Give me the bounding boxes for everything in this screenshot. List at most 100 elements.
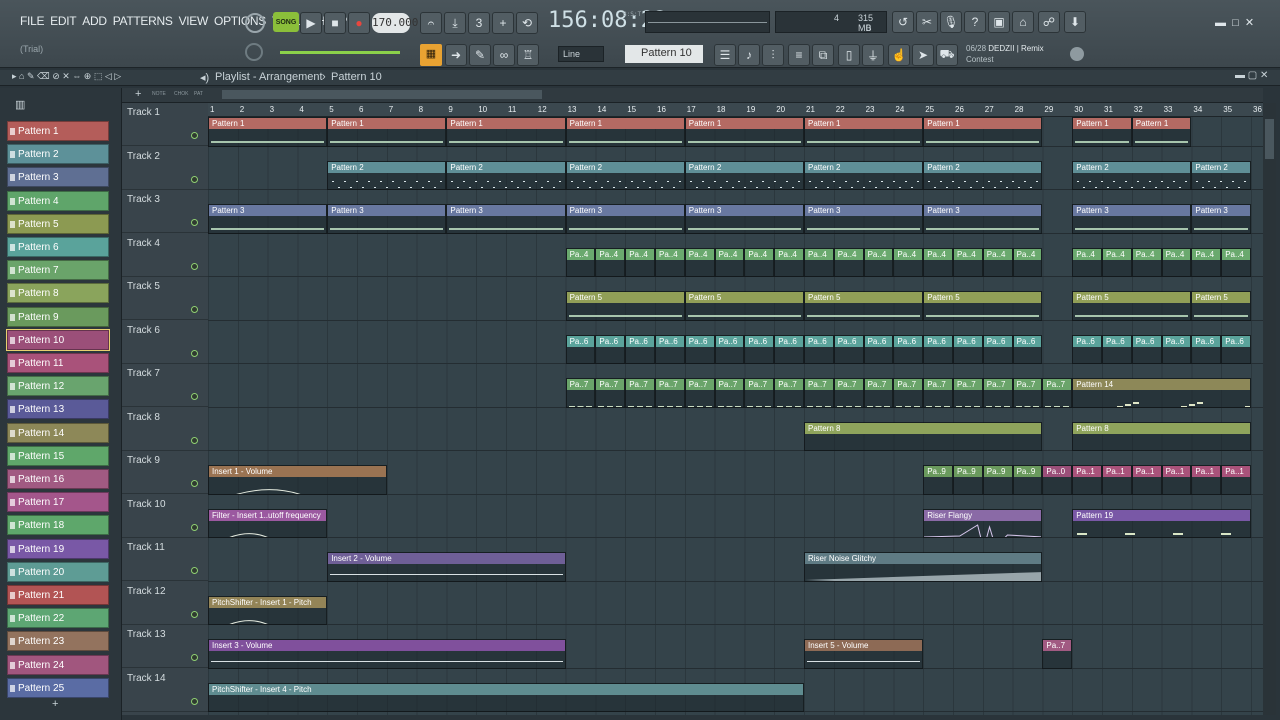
- plug-icon[interactable]: ⏚: [862, 44, 884, 66]
- playlist-clip[interactable]: Insert 5 - Volume: [804, 639, 924, 669]
- playlist-clip[interactable]: Pa..7: [595, 378, 626, 408]
- track-header[interactable]: Track 3: [122, 190, 208, 233]
- track-mute-led[interactable]: [191, 393, 198, 400]
- track-mute-led[interactable]: [191, 480, 198, 487]
- countdown-icon[interactable]: 3: [468, 12, 490, 34]
- playlist-clip[interactable]: Pa..7: [744, 378, 775, 408]
- track-header[interactable]: Track 9: [122, 451, 208, 494]
- tempo-display[interactable]: 170.000: [372, 13, 418, 33]
- playlist-clip[interactable]: Pattern 3: [208, 204, 328, 234]
- playlist-clip[interactable]: Pa..4: [565, 247, 596, 277]
- playlist-clip[interactable]: Insert 1 - Volume: [208, 465, 387, 495]
- pattern-item[interactable]: Pattern 6: [7, 237, 109, 257]
- playlist-clip[interactable]: Pa..6: [893, 334, 924, 364]
- track-mute-led[interactable]: [191, 132, 198, 139]
- pattern-item[interactable]: Pattern 1: [7, 121, 109, 141]
- playlist-clip[interactable]: Pa..4: [833, 247, 864, 277]
- playlist-clip[interactable]: Pa..0: [1042, 465, 1073, 495]
- playlist-clip[interactable]: Pattern 1: [1072, 117, 1132, 147]
- pattern-item[interactable]: Pattern 24: [7, 654, 109, 675]
- playlist-clip[interactable]: Pa..4: [804, 247, 834, 277]
- track-mute-led[interactable]: [191, 219, 198, 226]
- record-button[interactable]: ●: [348, 12, 370, 34]
- playlist-clip[interactable]: Pa..4: [1221, 247, 1251, 277]
- master-pitch-slider[interactable]: [280, 51, 400, 54]
- playlist-clip[interactable]: Pa..6: [804, 334, 834, 364]
- playlist-clip[interactable]: Pa..4: [923, 247, 953, 277]
- track-header[interactable]: Track 4: [122, 234, 208, 277]
- playlist-clip[interactable]: Pa..6: [655, 334, 685, 364]
- help-icon[interactable]: ?: [964, 11, 986, 33]
- playlist-clip[interactable]: Pattern 14: [1072, 378, 1251, 408]
- equalizer-icon[interactable]: ≡: [788, 44, 810, 66]
- menu-view[interactable]: VIEW: [179, 14, 209, 28]
- playlist-clip[interactable]: Pa..1: [1221, 465, 1251, 495]
- playlist-clip[interactable]: Pa..7: [774, 378, 804, 408]
- track-mute-led[interactable]: [191, 262, 198, 270]
- pattern-item[interactable]: Pattern 4: [7, 190, 109, 211]
- playlist-clip[interactable]: Pa..4: [1191, 247, 1222, 277]
- playlist-clip[interactable]: Pa..7: [833, 378, 864, 408]
- playlist-clip[interactable]: Pa..6: [1102, 334, 1132, 364]
- arrow-right-icon[interactable]: ➜: [445, 44, 467, 66]
- track-mute-led[interactable]: [191, 697, 198, 705]
- playlist-clip[interactable]: Pattern 2: [1191, 160, 1251, 190]
- play-button[interactable]: ▶: [300, 12, 322, 34]
- playlist-clip[interactable]: Pattern 1: [327, 117, 447, 147]
- playlist-clip[interactable]: Pa..7: [923, 378, 953, 408]
- playlist-clip[interactable]: Pa..6: [595, 334, 626, 364]
- playlist-clip[interactable]: Pattern 19: [1072, 508, 1251, 538]
- menu-edit[interactable]: EDIT: [50, 14, 76, 28]
- loop-record-icon[interactable]: ⟲: [516, 12, 538, 34]
- playlist-clip[interactable]: Pa..7: [953, 378, 983, 408]
- playlist-clip[interactable]: Riser Noise Glitchy: [804, 552, 1043, 582]
- playlist-window-controls[interactable]: ▬ ▢ ✕: [1235, 70, 1268, 81]
- pattern-item[interactable]: Pattern 9: [7, 306, 109, 327]
- playlist-clip[interactable]: Pa..4: [893, 247, 924, 277]
- pattern-item[interactable]: Pattern 23: [7, 631, 109, 652]
- menu-patterns[interactable]: PATTERNS: [113, 14, 173, 28]
- link-icon[interactable]: ∞: [493, 44, 515, 66]
- playlist-clip[interactable]: Pa..4: [1012, 247, 1043, 277]
- song-mode-button[interactable]: SONG: [273, 12, 299, 32]
- scroll-thumb[interactable]: [1265, 119, 1274, 159]
- playlist-clip[interactable]: Pa..7: [565, 378, 596, 408]
- playlist-clip[interactable]: Pa..4: [595, 247, 626, 277]
- playlist-clip[interactable]: Pattern 1: [446, 117, 566, 147]
- playlist-clip[interactable]: Filter - Insert 1..utoff frequency: [208, 508, 328, 538]
- playlist-clip[interactable]: Pattern 5: [1191, 291, 1251, 321]
- playlist-clip[interactable]: Pa..4: [655, 247, 685, 277]
- close-icon[interactable]: ✕: [1245, 17, 1254, 29]
- track-header[interactable]: Track 13: [122, 625, 208, 668]
- pattern-item[interactable]: Pattern 10: [6, 328, 110, 351]
- track-header[interactable]: Track 5: [122, 277, 208, 320]
- playlist-clip[interactable]: Pa..6: [684, 334, 715, 364]
- playlist-clip[interactable]: Pattern 2: [684, 160, 804, 190]
- playlist-clip[interactable]: Insert 2 - Volume: [327, 552, 566, 582]
- playlist-clip[interactable]: Pa..1: [1102, 465, 1132, 495]
- metronome-icon[interactable]: 𝄐: [420, 12, 442, 34]
- playlist-clip[interactable]: Pa..7: [684, 378, 715, 408]
- playlist-clip[interactable]: Pa..6: [774, 334, 804, 364]
- playlist-clip[interactable]: Pattern 3: [684, 204, 804, 234]
- playlist-clip[interactable]: Pa..6: [982, 334, 1013, 364]
- tempo-tap-icon[interactable]: [245, 13, 265, 33]
- track-mute-led[interactable]: [191, 306, 198, 313]
- brush-icon[interactable]: ✎: [469, 44, 491, 66]
- track-header[interactable]: Track 10: [122, 495, 208, 538]
- add-pattern-icon[interactable]: +: [52, 698, 58, 710]
- playlist-clip[interactable]: Pa..4: [774, 247, 804, 277]
- pattern-item[interactable]: Pattern 14: [7, 422, 109, 443]
- stop-button[interactable]: ■: [324, 12, 346, 34]
- step-edit-icon[interactable]: +: [492, 12, 514, 34]
- track-header[interactable]: Track 7: [122, 364, 208, 407]
- track-header[interactable]: Track 14: [122, 669, 208, 712]
- playlist-clip[interactable]: PitchShifter - Insert 1 - Pitch: [208, 595, 328, 625]
- playlist-clip[interactable]: Pa..4: [744, 247, 775, 277]
- track-mute-led[interactable]: [191, 567, 198, 574]
- playlist-clip[interactable]: Pattern 5: [684, 291, 804, 321]
- pattern-item[interactable]: Pattern 7: [7, 260, 109, 281]
- track-mute-led[interactable]: [191, 436, 198, 444]
- playlist-clip[interactable]: Pattern 3: [1072, 204, 1192, 234]
- track-mute-led[interactable]: [191, 654, 198, 661]
